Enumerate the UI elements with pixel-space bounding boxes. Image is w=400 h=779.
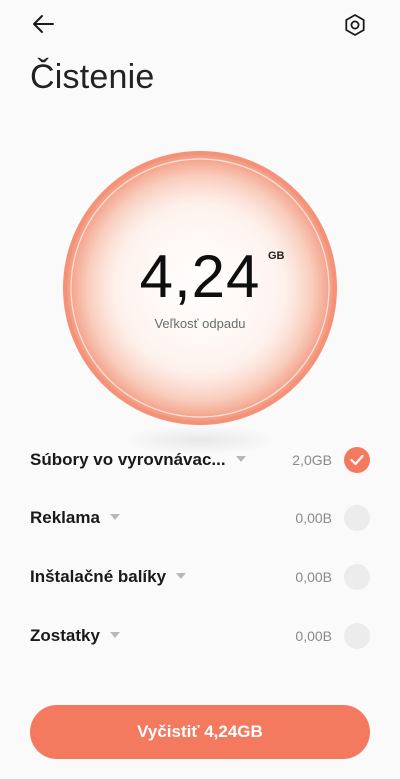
list-item-residuals[interactable]: Zostatky 0,00B <box>0 606 400 664</box>
list-item-size: 0,00B <box>295 628 332 644</box>
list-item-label: Inštalačné balíky <box>30 567 167 586</box>
list-item-label: Reklama <box>30 508 100 527</box>
clean-button[interactable]: Vyčistiť 4,24GB <box>30 705 370 759</box>
junk-size-value: 4,24 <box>139 243 261 310</box>
junk-size-gauge: 4,24 GB Veľkosť odpadu <box>60 148 340 428</box>
chevron-down-icon[interactable] <box>235 455 246 462</box>
settings-hexagon-icon <box>345 14 365 36</box>
checkbox-checked[interactable] <box>344 447 370 473</box>
list-item-size: 0,00B <box>295 510 332 526</box>
checkbox-unchecked[interactable] <box>344 564 370 590</box>
checkbox-unchecked[interactable] <box>344 623 370 649</box>
list-item-cache[interactable]: Súbory vo vyrovnávac... 2,0GB <box>0 430 400 488</box>
settings-button[interactable] <box>340 10 370 40</box>
page-title: Čistenie <box>30 58 155 96</box>
back-button[interactable] <box>28 10 60 38</box>
junk-size-unit: GB <box>268 250 285 262</box>
top-bar <box>0 0 400 50</box>
list-item-size: 2,0GB <box>292 452 332 468</box>
checkbox-unchecked[interactable] <box>344 505 370 531</box>
chevron-down-icon[interactable] <box>109 513 120 520</box>
checkmark-icon <box>350 454 364 466</box>
chevron-down-icon[interactable] <box>109 631 120 638</box>
list-item-label: Zostatky <box>30 626 100 645</box>
arrow-left-icon <box>33 15 54 33</box>
junk-size-caption: Veľkosť odpadu <box>154 316 246 331</box>
list-item-ads[interactable]: Reklama 0,00B <box>0 488 400 546</box>
list-item-label: Súbory vo vyrovnávac... <box>30 450 226 469</box>
chevron-down-icon[interactable] <box>176 572 187 579</box>
list-item-install-packages[interactable]: Inštalačné balíky 0,00B <box>0 547 400 605</box>
list-item-size: 0,00B <box>295 569 332 585</box>
